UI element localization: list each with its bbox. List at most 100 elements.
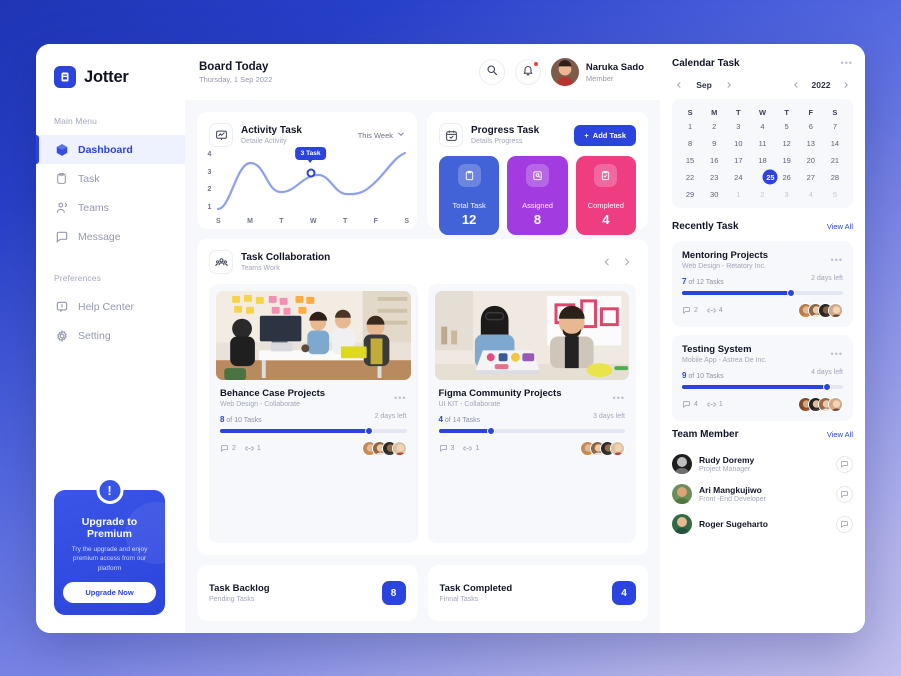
calendar-day[interactable]: 10 — [726, 136, 750, 150]
recent-task-more-button[interactable]: ••• — [831, 349, 843, 359]
sidebar-item-dashboard[interactable]: Dashboard — [36, 135, 185, 164]
calendar-day[interactable]: 11 — [750, 136, 774, 150]
task-backlog-card[interactable]: Task Backlog Pending Tasks 8 — [197, 565, 418, 621]
project-more-button[interactable]: ••• — [394, 393, 406, 403]
team-member-row[interactable]: Rudy Doremy Project Manager — [672, 449, 853, 479]
calendar-day[interactable]: 23 — [702, 170, 726, 184]
dashboard-icon — [54, 142, 69, 157]
activity-range-select[interactable]: This Week — [358, 130, 405, 140]
recent-task-card[interactable]: Mentoring Projects Web Design - Retatory… — [672, 241, 853, 327]
recent-days-left: 4 days left — [811, 368, 843, 376]
stat-label: Assigned — [522, 201, 553, 210]
task-completed-value: 4 — [612, 581, 636, 605]
calendar-day[interactable]: 3 — [726, 119, 750, 133]
progress-card-subtitle: Details Progress — [471, 138, 523, 145]
calendar-day[interactable]: 2 — [750, 187, 774, 201]
team-member-row[interactable]: Roger Sugeharto — [672, 509, 853, 539]
carousel-prev-button[interactable] — [598, 253, 616, 271]
chart-highlight-point[interactable] — [306, 168, 316, 178]
calendar-day[interactable]: 6 — [799, 119, 823, 133]
recent-task-avatars — [798, 303, 843, 318]
message-member-button[interactable] — [836, 515, 853, 533]
team-member-row[interactable]: Ari Mangkujiwo Front -End Developer — [672, 479, 853, 509]
user-menu[interactable]: Naruka Sado Member — [550, 58, 644, 86]
sidebar-item-help-center[interactable]: Help Center — [36, 292, 185, 321]
calendar-day[interactable]: 17 — [726, 153, 750, 167]
calendar-day[interactable]: 4 — [799, 187, 823, 201]
calendar-day[interactable]: 27 — [799, 170, 823, 184]
calendar-day[interactable]: 29 — [678, 187, 702, 201]
project-progress-bar[interactable] — [438, 427, 625, 435]
calendar-day[interactable]: 2 — [702, 119, 726, 133]
recent-task-card[interactable]: Testing System Mobile App - Astrea De In… — [672, 335, 853, 421]
calendar-day[interactable]: 18 — [750, 153, 774, 167]
calendar-day[interactable]: 1 — [678, 119, 702, 133]
sidebar-item-message[interactable]: Message — [36, 222, 185, 251]
team-group-icon — [209, 250, 233, 274]
calendar-day[interactable]: 21 — [823, 153, 847, 167]
stat-assigned[interactable]: Assigned 8 — [507, 156, 568, 235]
page-heading: Board Today Thursday, 1 Sep 2022 — [199, 61, 272, 84]
user-name: Naruka Sado — [585, 61, 644, 73]
calendar-day[interactable]: 8 — [678, 136, 702, 150]
recent-progress-bar[interactable] — [682, 289, 843, 297]
calendar-day[interactable]: 4 — [750, 119, 774, 133]
activity-card-title: Activity Task — [241, 125, 302, 136]
task-completed-title: Task Completed — [439, 583, 513, 594]
activity-card-subtitle: Detaile Activity — [241, 138, 287, 145]
month-next-button[interactable] — [722, 78, 736, 92]
carousel-nav — [598, 253, 636, 271]
calendar-day[interactable]: 22 — [678, 170, 702, 184]
calendar-more-button[interactable]: ••• — [841, 59, 853, 68]
project-card[interactable]: Figma Community Projects UI KIT - Collab… — [427, 284, 636, 543]
calendar-day[interactable]: 19 — [775, 153, 799, 167]
year-next-button[interactable] — [839, 78, 853, 92]
calendar-day-selected[interactable]: 25 — [766, 170, 774, 184]
message-member-button[interactable] — [836, 455, 853, 473]
calendar-day[interactable]: 7 — [823, 119, 847, 133]
project-task-count: 4 of 14 Tasks — [439, 415, 481, 424]
notifications-button[interactable] — [514, 59, 541, 85]
calendar-day[interactable]: 28 — [823, 170, 847, 184]
recently-view-all-link[interactable]: View All — [827, 222, 853, 231]
sidebar-item-task[interactable]: Task — [36, 164, 185, 193]
sidebar-item-label: Help Center — [78, 300, 135, 313]
team-view-all-link[interactable]: View All — [827, 430, 853, 439]
message-member-button[interactable] — [836, 485, 853, 503]
sidebar-item-teams[interactable]: Teams — [36, 193, 185, 222]
add-task-button[interactable]: + Add Task — [574, 124, 636, 146]
calendar-day[interactable]: 13 — [799, 136, 823, 150]
calendar-day[interactable]: 14 — [823, 136, 847, 150]
project-subtitle: UI KIT - Collaborate — [438, 401, 501, 408]
calendar-day[interactable]: 20 — [799, 153, 823, 167]
month-prev-button[interactable] — [672, 78, 686, 92]
year-prev-button[interactable] — [789, 78, 803, 92]
calendar-day[interactable]: 3 — [775, 187, 799, 201]
calendar-day[interactable]: 5 — [823, 187, 847, 201]
project-more-button[interactable]: ••• — [613, 393, 625, 403]
stat-completed[interactable]: Completed 4 — [575, 156, 636, 235]
calendar-day[interactable]: 30 — [702, 187, 726, 201]
calendar-day[interactable]: 26 — [775, 170, 799, 184]
avatar — [550, 58, 579, 86]
recent-task-more-button[interactable]: ••• — [831, 255, 843, 265]
carousel-next-button[interactable] — [618, 253, 636, 271]
sidebar-item-setting[interactable]: Setting — [36, 321, 185, 350]
calendar-day[interactable]: 24 — [726, 170, 750, 184]
calendar-day[interactable]: 12 — [775, 136, 799, 150]
comment-icon — [439, 445, 447, 452]
calendar-day[interactable]: 9 — [702, 136, 726, 150]
recent-progress-bar[interactable] — [682, 383, 843, 391]
project-card[interactable]: Behance Case Projects Web Design - Colla… — [209, 284, 418, 543]
search-button[interactable] — [478, 59, 505, 85]
calendar-day[interactable]: 1 — [726, 187, 750, 201]
stat-label: Completed — [587, 201, 624, 210]
upgrade-now-button[interactable]: Upgrade Now — [63, 582, 156, 604]
calendar-day[interactable]: 5 — [775, 119, 799, 133]
project-progress-bar[interactable] — [220, 427, 407, 435]
calendar-day[interactable]: 15 — [678, 153, 702, 167]
x-tick: T — [279, 218, 284, 225]
task-completed-card[interactable]: Task Completed Finnal Tasks 4 — [427, 565, 648, 621]
stat-total-task[interactable]: Total Task 12 — [439, 156, 500, 235]
calendar-day[interactable]: 16 — [702, 153, 726, 167]
